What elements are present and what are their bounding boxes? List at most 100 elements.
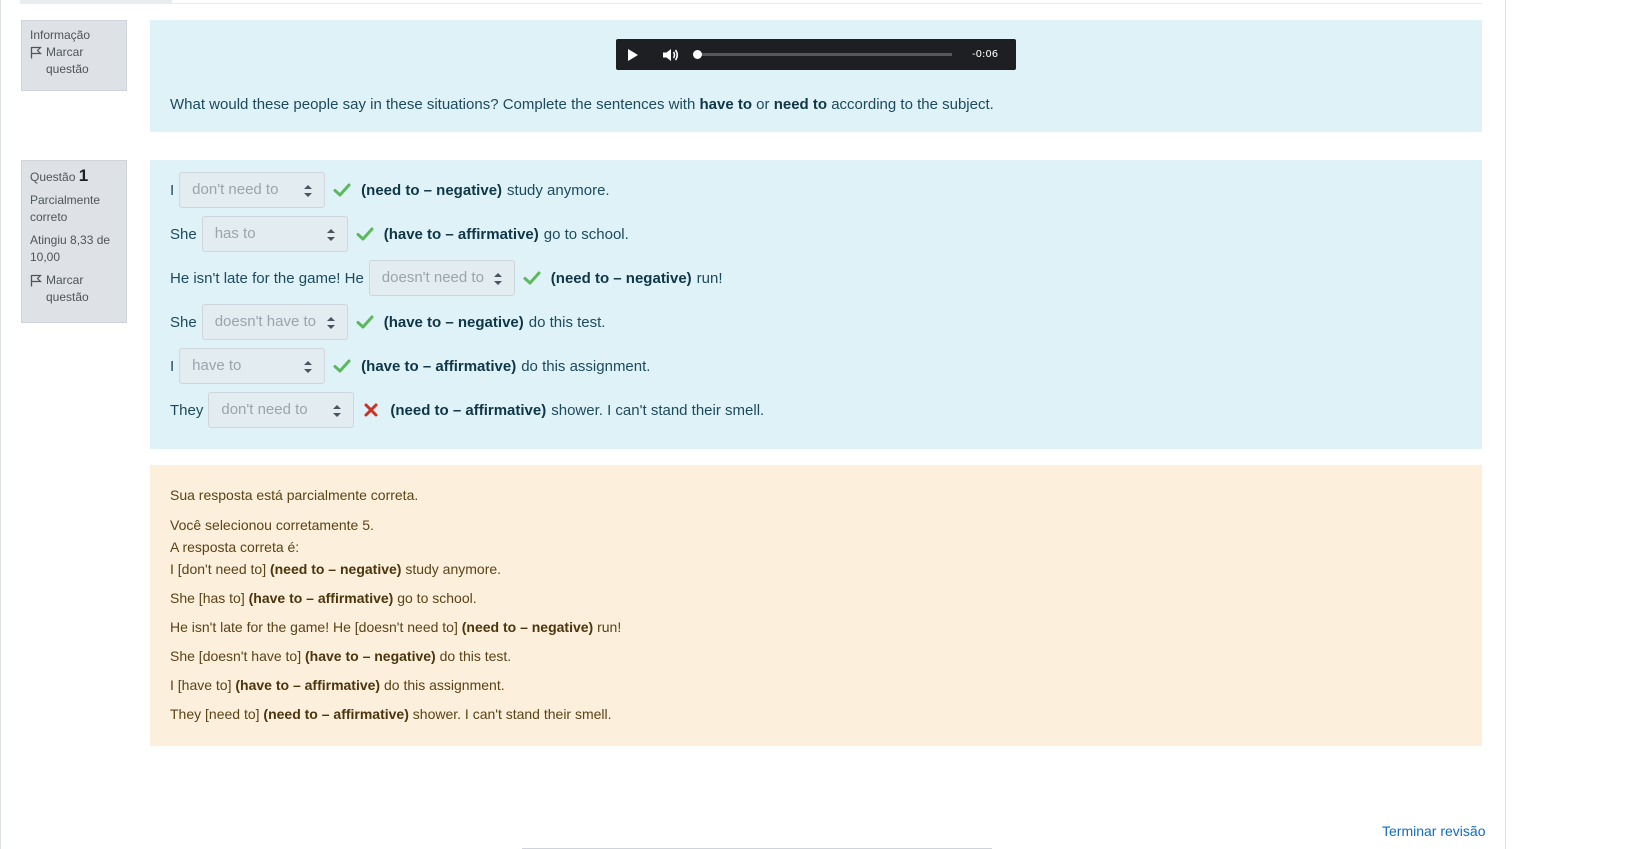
question-label: Questão [30,170,76,184]
sentence-end: run! [696,269,723,287]
answer-select-value: don't need to [221,401,308,418]
volume-button[interactable] [654,39,688,70]
answer-rest: do this test. [435,648,512,664]
correct-answer-line: She [has to] (have to – affirmative) go … [170,590,477,606]
check-icon [356,315,374,329]
answer-text: They [need to] [170,706,264,722]
answer-select-value: have to [192,357,242,374]
select-arrows-icon [493,273,502,285]
top-divider [172,3,1482,4]
info-side-box: Informação Marcar questão [21,20,127,91]
feedback-answer-heading: A resposta correta é: [170,539,300,555]
question-row: He isn't late for the game! He doesn't ne… [170,260,723,296]
check-icon [333,183,351,197]
correct-answer-line: They [need to] (need to – affirmative) s… [170,706,612,722]
answer-hint: (need to – negative) [461,619,594,635]
question-number-line: Questão 1 [30,167,118,186]
select-arrows-icon [304,361,313,373]
answer-hint: (have to – affirmative) [235,677,381,693]
sentence-start: I [170,357,175,375]
sentence-end: study anymore. [507,181,610,199]
instruction-text: What would these people say in these sit… [170,96,994,113]
sentence-end: shower. I can't stand their smell. [551,401,765,419]
answer-text: I [have to] [170,677,236,693]
instruction-post: according to the subject. [827,96,994,113]
audio-player: -0:06 [616,39,1016,70]
play-button[interactable] [616,39,650,70]
answer-select-value: doesn't have to [214,313,316,330]
answer-select[interactable]: has to [201,216,348,252]
correct-answer-line: She [doesn't have to] (have to – negativ… [170,648,511,664]
sentence-end: go to school. [543,225,629,243]
select-arrows-icon [326,317,335,329]
flag-question-label: Marcar questão [46,45,89,76]
select-arrows-icon [326,229,335,241]
question-row: They don't need to (need to – affirmative)… [170,392,764,428]
info-panel: -0:06 What would these people say in the… [150,20,1482,132]
sentence-start: He isn't late for the game! He [170,269,364,287]
answer-select[interactable]: have to [179,348,326,384]
answer-select[interactable]: don't need to [208,392,355,428]
sentence-start: She [170,313,197,331]
answer-select-value: has to [214,225,256,242]
flag-question-link[interactable]: Marcar questão [30,272,118,306]
question-row: She has to (have to – affirmative) go to sc… [170,216,629,252]
audio-progress-knob[interactable] [693,50,702,59]
question-side-box: Questão 1 Parcialmente correto Atingiu 8… [21,160,127,323]
sentence-start: I [170,181,175,199]
question-row: Ihave to (have to – affirmative) do this a… [170,348,650,384]
info-box-title: Informação [30,28,91,42]
sentence-end: do this assignment. [521,357,651,375]
answer-select[interactable]: don't need to [179,172,326,208]
instruction-pre: What would these people say in these sit… [170,96,700,113]
answer-hint: (have to – negative) [305,648,436,664]
answer-rest: do this assignment. [380,677,505,693]
cross-icon [364,403,378,417]
flag-question-link[interactable]: Marcar questão [30,44,118,78]
question-grade: Atingiu 8,33 de 10,00 [30,233,111,264]
correct-answer-line: He isn't late for the game! He [doesn't … [170,619,621,635]
select-arrows-icon [333,405,342,417]
instruction-bold-need-to: need to [773,96,828,113]
answer-select[interactable]: doesn't have to [201,304,348,340]
audio-time: -0:06 [972,49,999,60]
check-icon [356,227,374,241]
answer-rest: shower. I can't stand their smell. [408,706,612,722]
select-arrows-icon [304,185,313,197]
feedback-panel: Sua resposta está parcialmente correta. … [150,465,1482,746]
grammar-hint: (need to – negative) [361,181,503,199]
question-row: Idon't need to (need to – negative) study … [170,172,610,208]
sentence-start: They [170,401,204,419]
instruction-bold-have-to: have to [699,96,752,113]
grammar-hint: (have to – negative) [383,313,524,331]
top-tab [20,0,172,4]
answer-text: I [don't need to] [170,561,270,577]
answer-select-value: don't need to [192,181,279,198]
question-number: 1 [78,166,89,185]
finish-review-link[interactable]: Terminar revisão [1382,823,1485,839]
sentence-start: She [170,225,197,243]
answer-select-value: doesn't need to [381,269,484,286]
correct-answer-line: I [don't need to] (need to – negative) s… [170,561,501,577]
check-icon [523,271,541,285]
answer-hint: (need to – affirmative) [263,706,409,722]
answer-rest: run! [593,619,622,635]
grammar-hint: (need to – affirmative) [390,401,547,419]
audio-progress-track[interactable] [693,50,952,59]
answer-select[interactable]: doesn't need to [368,260,515,296]
answer-rest: go to school. [393,590,477,606]
feedback-count: Você selecionou corretamente 5. [170,517,374,533]
answer-text: She [doesn't have to] [170,648,305,664]
answer-text: She [has to] [170,590,249,606]
answer-hint: (need to – negative) [269,561,402,577]
instruction-mid: or [752,96,774,113]
grammar-hint: (have to – affirmative) [383,225,539,243]
question-row: She doesn't have to (have to – negative) do… [170,304,605,340]
answer-text: He isn't late for the game! He [doesn't … [170,619,462,635]
flag-icon [30,46,42,59]
feedback-summary: Sua resposta está parcialmente correta. [170,487,419,503]
volume-icon [663,48,679,61]
flag-icon [30,274,42,287]
question-state: Parcialmente correto [30,193,101,224]
flag-question-label: Marcar questão [46,273,89,304]
